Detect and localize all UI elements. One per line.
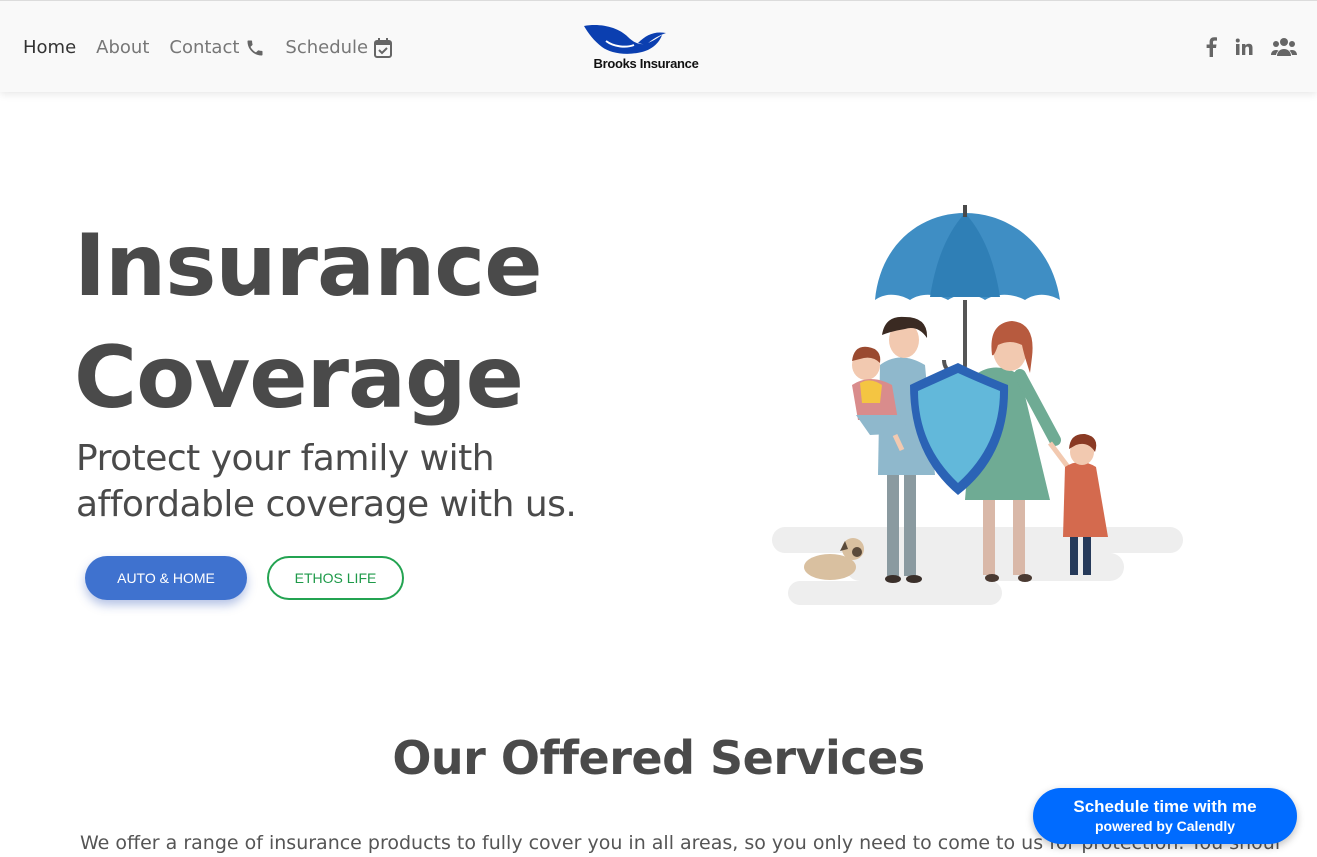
hero-subtitle: Protect your family with affordable cove…: [76, 436, 636, 528]
facebook-icon[interactable]: [1205, 37, 1217, 57]
hero-title-line2: Coverage: [74, 328, 524, 428]
hero-subtitle-line1: Protect your family with: [76, 438, 495, 479]
nav-home-label: Home: [23, 37, 77, 58]
brooks-insurance-logo[interactable]: Brooks Insurance: [580, 23, 712, 75]
calendly-schedule-button[interactable]: Schedule time with me powered by Calendl…: [1033, 788, 1297, 844]
family-umbrella-illustration: [772, 205, 1183, 605]
calendly-powered-by: powered by Calendly: [1094, 818, 1236, 834]
nav-schedule-link[interactable]: Schedule: [285, 37, 393, 58]
nav-about-label: About: [96, 37, 150, 58]
logo-bird-icon: [584, 25, 666, 54]
calendly-label: Schedule time with me: [1073, 797, 1257, 816]
hero-title-line1: Insurance: [74, 216, 543, 316]
navbar: Home About Contact Schedule Brooks Insur…: [0, 0, 1317, 92]
nav-links: Home About Contact Schedule: [23, 37, 412, 58]
services-title: Our Offered Services: [392, 731, 925, 785]
social-links: [1187, 37, 1297, 57]
calendar-check-icon: [374, 37, 393, 58]
logo-text: Brooks Insurance: [593, 56, 699, 71]
nav-schedule-label: Schedule: [285, 37, 369, 58]
nav-home-link[interactable]: Home: [23, 37, 76, 58]
nav-about-link[interactable]: About: [96, 37, 149, 58]
phone-icon: [247, 40, 263, 55]
hero-subtitle-line2: affordable coverage with us.: [76, 484, 577, 525]
auto-home-button[interactable]: AUTO & HOME: [85, 556, 247, 600]
ethos-life-button[interactable]: ETHOS LIFE: [267, 556, 404, 600]
nav-contact-link[interactable]: Contact: [169, 37, 265, 58]
hero-title: Insurance Coverage: [74, 210, 634, 434]
users-icon[interactable]: [1271, 37, 1297, 57]
linkedin-icon[interactable]: [1235, 38, 1253, 56]
nav-contact-label: Contact: [169, 37, 240, 58]
